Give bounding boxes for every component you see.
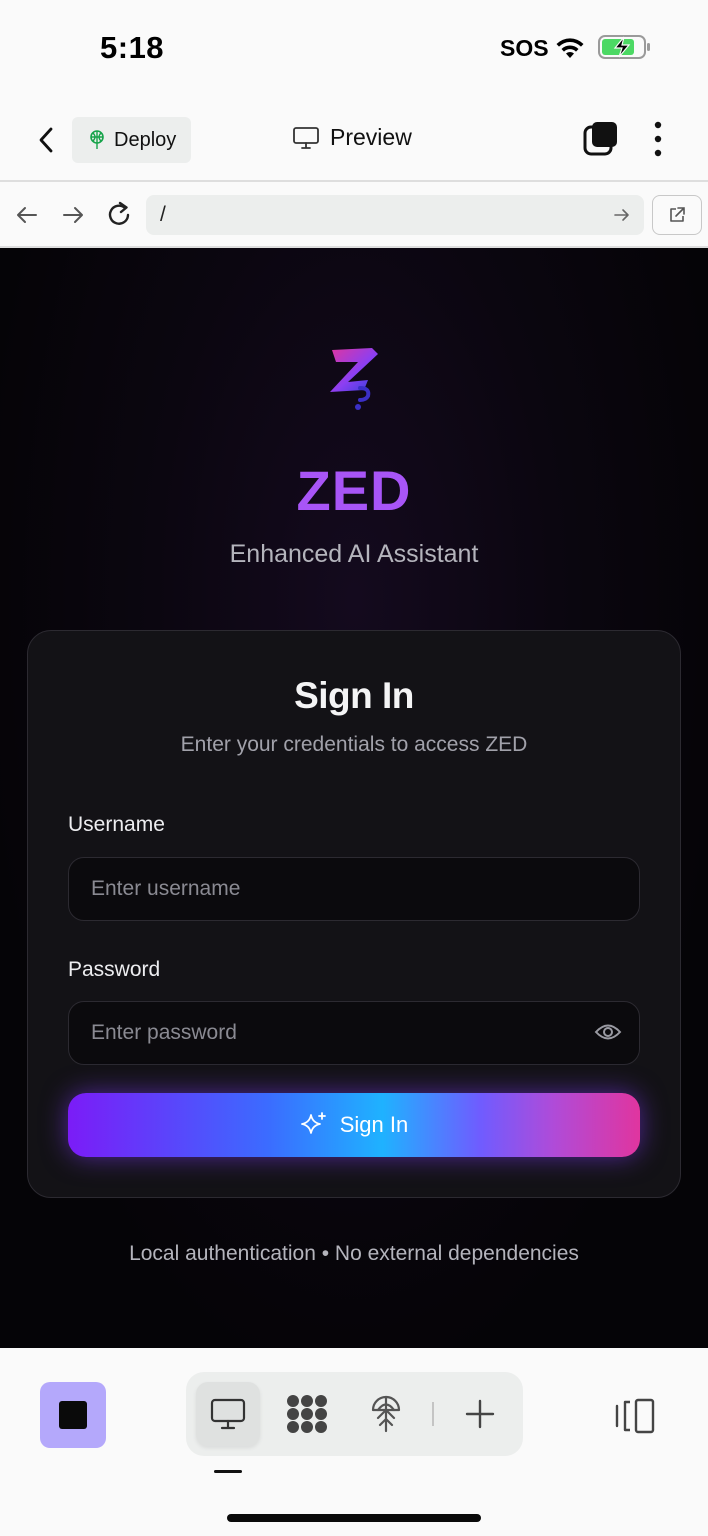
- browser-bar: /: [0, 182, 708, 248]
- monitor-icon: [210, 1398, 246, 1430]
- open-external-button[interactable]: [652, 195, 702, 235]
- status-time: 5:18: [100, 30, 165, 65]
- stop-button[interactable]: [40, 1382, 106, 1448]
- signin-button[interactable]: Sign In: [68, 1093, 640, 1157]
- bottom-toolbar: [0, 1348, 708, 1536]
- reload-icon[interactable]: [104, 200, 134, 230]
- sparkles-icon: [300, 1112, 326, 1134]
- active-tab-indicator: [214, 1470, 242, 1473]
- home-indicator: [227, 1514, 481, 1522]
- deploy-tree-icon: [90, 130, 104, 149]
- split-panel-icon[interactable]: [614, 1396, 658, 1436]
- stop-icon: [59, 1401, 87, 1429]
- url-text: /: [160, 203, 166, 226]
- card-title: Sign In: [294, 675, 414, 716]
- preview-title: Preview: [292, 124, 412, 151]
- battery-charging-icon: [598, 35, 650, 59]
- deploy-tree-icon: [371, 1395, 401, 1433]
- deploy-button[interactable]: Deploy: [72, 117, 191, 163]
- app-header: Deploy Preview: [0, 96, 708, 182]
- card-description: Enter your credentials to access ZED: [180, 733, 528, 756]
- plus-icon: [465, 1399, 495, 1429]
- eye-icon[interactable]: [594, 1021, 622, 1043]
- vertical-dots-icon[interactable]: [646, 120, 670, 158]
- workspace-tool-button[interactable]: [275, 1382, 339, 1446]
- signin-button-label: Sign In: [339, 1112, 409, 1137]
- wifi-icon: [556, 38, 584, 58]
- preview-tool-button[interactable]: [196, 1382, 260, 1446]
- add-tool-button[interactable]: [448, 1382, 512, 1446]
- preview-label: Preview: [330, 124, 412, 150]
- dots-grid-icon: [287, 1395, 327, 1433]
- monitor-icon: [293, 126, 319, 149]
- go-arrow-icon[interactable]: [612, 205, 632, 225]
- footer-note: Local authentication • No external depen…: [129, 1242, 579, 1265]
- zed-logo-icon: [330, 348, 378, 410]
- toolbar-divider: [432, 1402, 434, 1426]
- chevron-left-icon[interactable]: [30, 123, 64, 157]
- arrow-right-icon[interactable]: [58, 200, 88, 230]
- password-label: Password: [68, 958, 161, 981]
- stacked-squares-icon[interactable]: [582, 120, 620, 158]
- external-link-icon: [670, 207, 685, 222]
- preview-viewport: ZED Enhanced AI Assistant Sign In Enter …: [0, 248, 708, 1348]
- username-input[interactable]: [68, 857, 640, 921]
- brand-title: ZED: [296, 459, 412, 522]
- url-field[interactable]: /: [146, 195, 644, 235]
- carrier-label: SOS: [500, 35, 549, 61]
- deploy-tool-button[interactable]: [354, 1382, 418, 1446]
- signin-card: Sign In Enter your credentials to access…: [27, 630, 681, 1198]
- tool-group: [186, 1372, 523, 1456]
- password-input[interactable]: [68, 1001, 640, 1065]
- status-bar: 5:18 SOS: [0, 0, 708, 96]
- deploy-label: Deploy: [114, 128, 177, 151]
- arrow-left-icon[interactable]: [12, 200, 42, 230]
- username-label: Username: [68, 813, 165, 836]
- brand-subtitle: Enhanced AI Assistant: [229, 540, 479, 568]
